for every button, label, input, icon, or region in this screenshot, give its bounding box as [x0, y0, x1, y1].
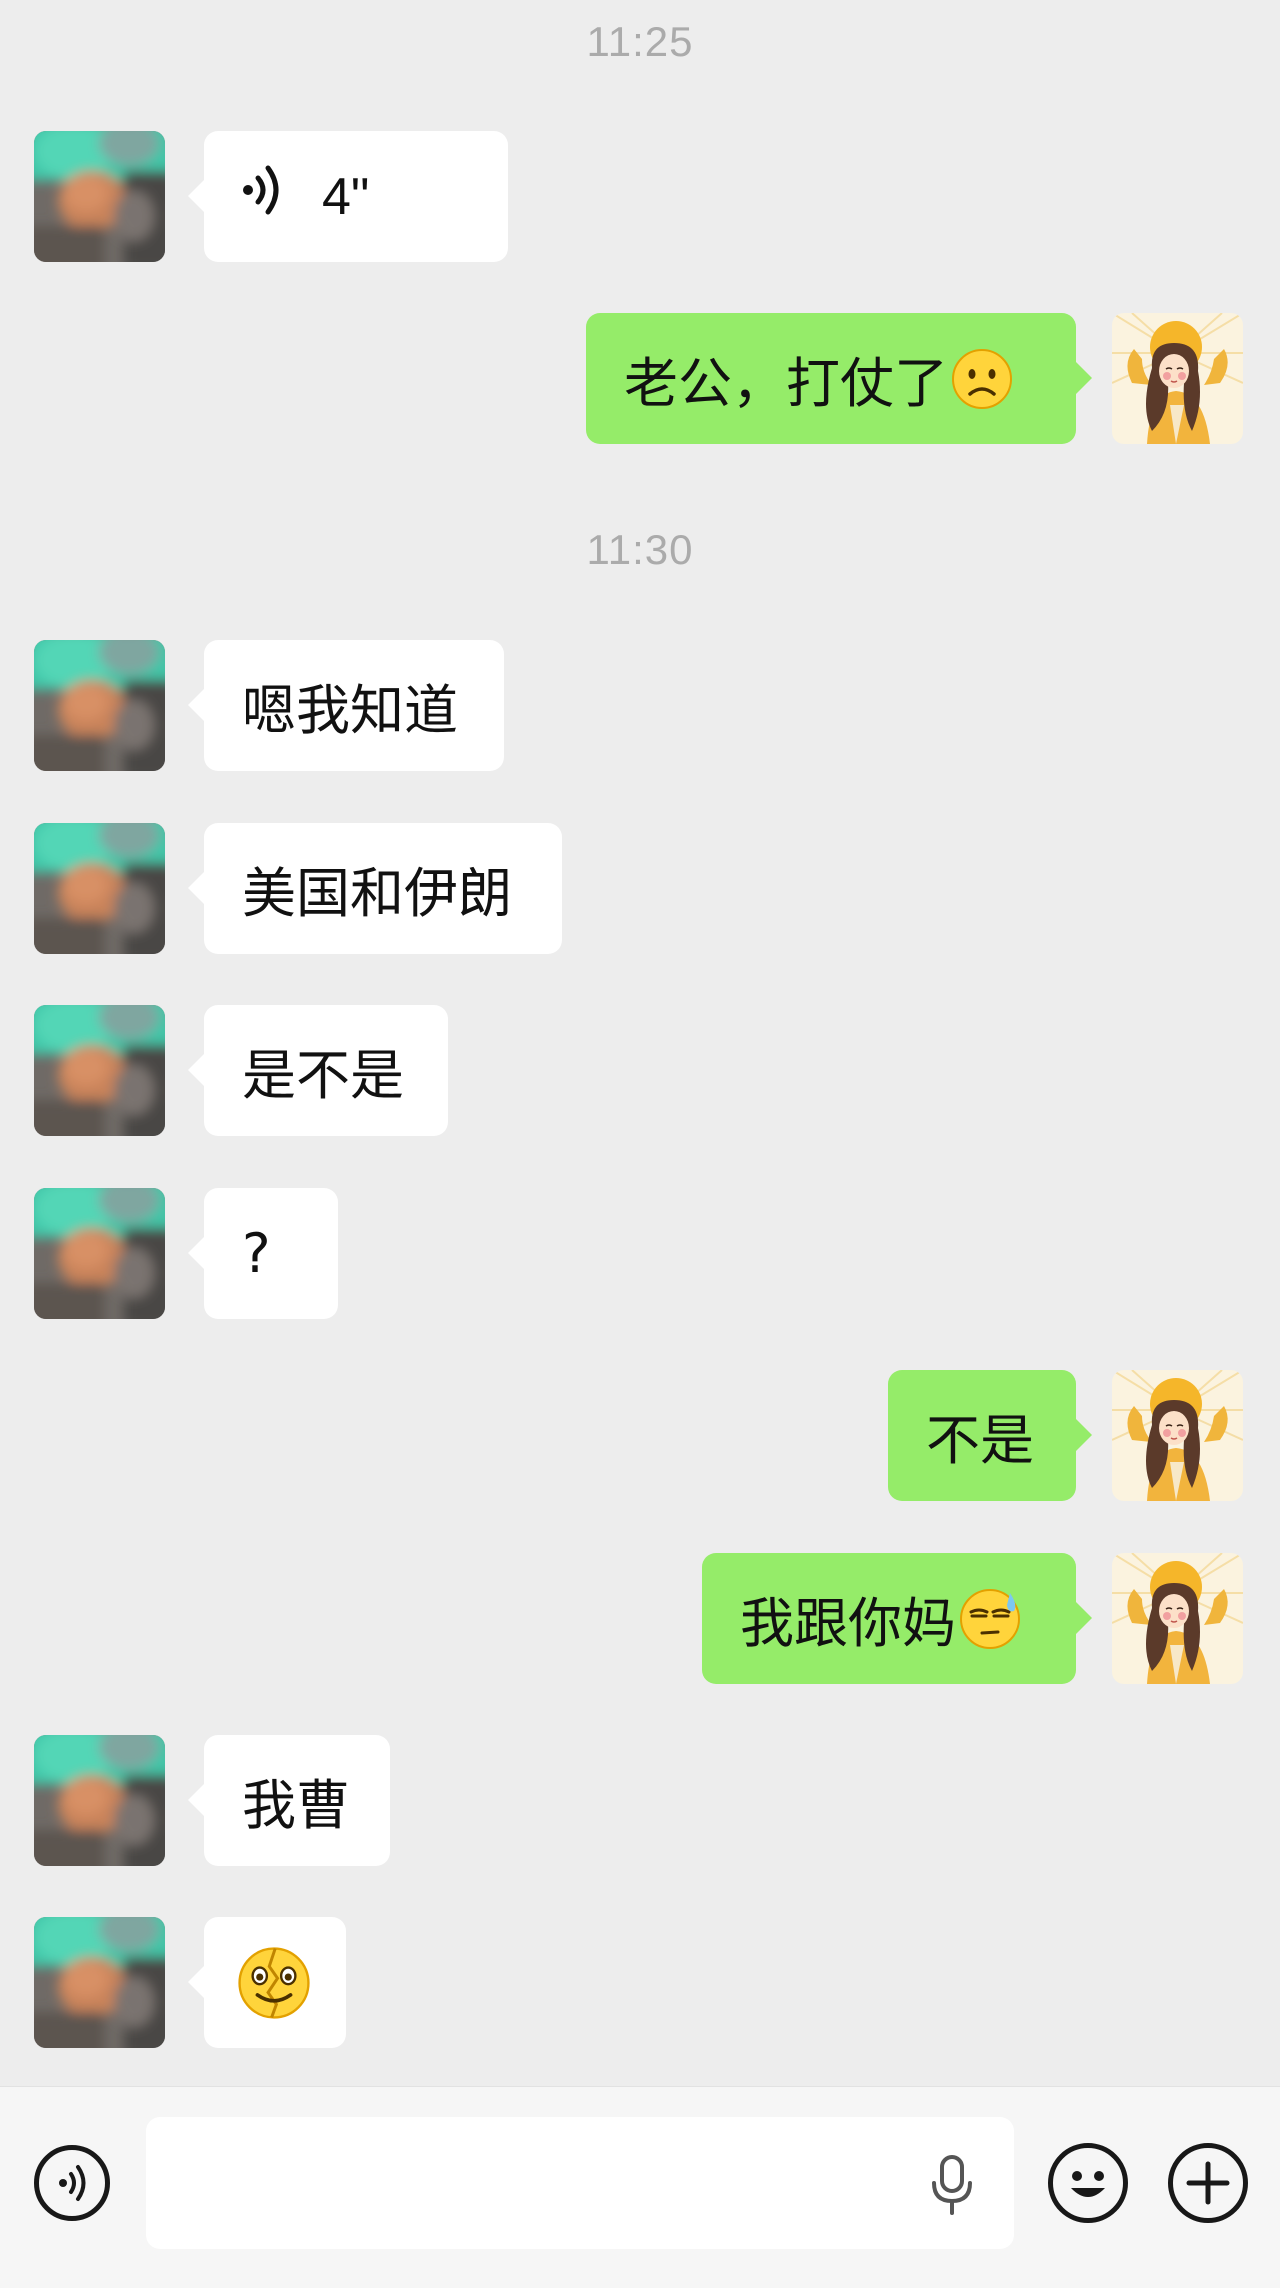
received-message-bubble[interactable]: 我曹: [188, 1735, 390, 1866]
sent-message-bubble[interactable]: 不是: [888, 1370, 1092, 1501]
sweat-rolling-eyes-emoji-icon: [958, 1587, 1022, 1651]
cracked-smile-emoji-icon: [236, 1945, 312, 2021]
message-text: 嗯我知道: [242, 679, 458, 742]
contact-avatar[interactable]: [34, 823, 165, 954]
contact-avatar[interactable]: [34, 131, 165, 262]
sent-message-bubble[interactable]: 我跟你妈: [702, 1553, 1092, 1684]
input-bar: [0, 2086, 1280, 2288]
voice-mode-button[interactable]: [34, 2145, 110, 2221]
message-text: 我跟你妈: [740, 1592, 956, 1655]
user-avatar[interactable]: [1112, 313, 1243, 444]
message-text: 不是: [926, 1409, 1034, 1472]
contact-avatar[interactable]: [34, 1005, 165, 1136]
user-avatar[interactable]: [1112, 1553, 1243, 1684]
timestamp: 11:25: [586, 18, 694, 65]
plus-icon: [1186, 2161, 1230, 2205]
voice-message-bubble[interactable]: 4": [188, 131, 508, 262]
message-text: 美国和伊朗: [242, 862, 512, 925]
message-text: ?: [242, 1222, 271, 1285]
voice-duration: 4": [322, 167, 370, 226]
received-message-bubble[interactable]: 美国和伊朗: [188, 823, 562, 954]
received-emoji-bubble[interactable]: [188, 1917, 346, 2048]
user-avatar[interactable]: [1112, 1370, 1243, 1501]
microphone-button[interactable]: [924, 2153, 980, 2217]
emoji-face-icon: [1071, 2171, 1105, 2197]
contact-avatar[interactable]: [34, 1917, 165, 2048]
received-message-bubble[interactable]: ?: [188, 1188, 338, 1319]
received-message-bubble[interactable]: 嗯我知道: [188, 640, 504, 771]
received-message-bubble[interactable]: 是不是: [188, 1005, 448, 1136]
add-more-button[interactable]: [1168, 2143, 1248, 2223]
emoji-button[interactable]: [1048, 2143, 1128, 2223]
message-text: 是不是: [242, 1044, 404, 1107]
message-text: 老公，打仗了: [624, 352, 948, 415]
timestamp: 11:30: [586, 526, 694, 573]
chat-area[interactable]: 11:25 4" 老公，打仗了 11:30 嗯我知道 美国和伊朗 是不是 ? 不…: [0, 0, 1280, 2086]
contact-avatar[interactable]: [34, 1735, 165, 1866]
voice-mode-icon: [59, 2165, 86, 2201]
contact-avatar[interactable]: [34, 640, 165, 771]
sent-message-bubble[interactable]: 老公，打仗了: [586, 313, 1092, 444]
microphone-icon: [932, 2155, 972, 2215]
message-input[interactable]: [146, 2117, 1014, 2249]
frowning-face-emoji-icon: [950, 347, 1014, 411]
voice-wave-icon: [242, 164, 282, 229]
message-text: 我曹: [242, 1774, 350, 1837]
contact-avatar[interactable]: [34, 1188, 165, 1319]
